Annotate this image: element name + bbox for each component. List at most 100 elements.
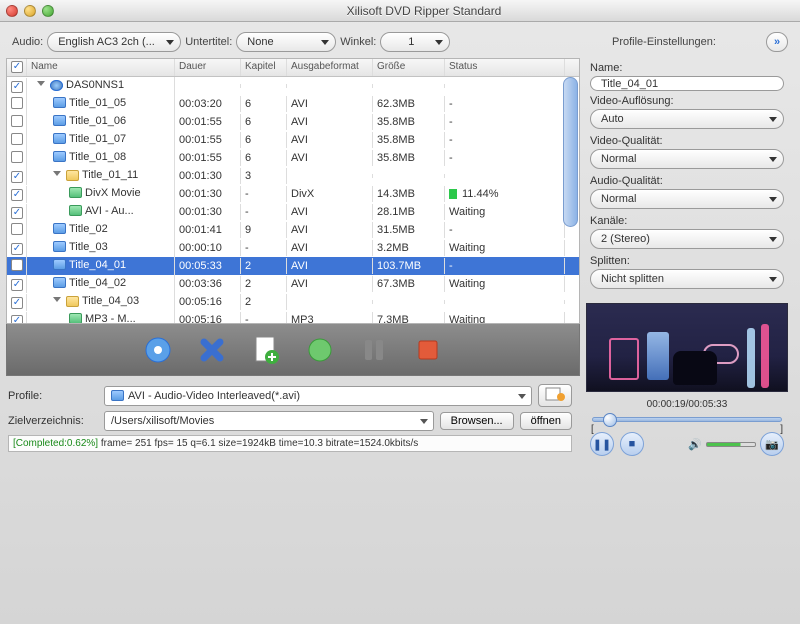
subtitle-select[interactable]: None xyxy=(236,32,336,52)
start-button[interactable] xyxy=(303,333,337,367)
header-duration[interactable]: Dauer xyxy=(175,59,241,76)
rip-button[interactable] xyxy=(141,333,175,367)
header-chapter[interactable]: Kapitel xyxy=(241,59,287,76)
delete-button[interactable] xyxy=(195,333,229,367)
row-chapter: - xyxy=(241,312,287,324)
header-status[interactable]: Status xyxy=(445,59,565,76)
setting-videoq-select[interactable]: Normal xyxy=(590,149,784,169)
minimize-window-button[interactable] xyxy=(24,5,36,17)
table-row[interactable]: DAS0NNS1 xyxy=(7,77,579,95)
table-row[interactable]: Title_01_0700:01:556AVI35.8MB- xyxy=(7,131,579,149)
row-status: - xyxy=(445,150,565,166)
header-size[interactable]: Größe xyxy=(373,59,445,76)
table-row[interactable]: AVI - Au...00:01:30-AVI28.1MBWaiting xyxy=(7,203,579,221)
table-row[interactable]: Title_01_1100:01:303 xyxy=(7,167,579,185)
table-row[interactable]: DivX Movie00:01:30-DivX14.3MB11.44% xyxy=(7,185,579,203)
row-format: AVI xyxy=(287,114,373,130)
row-format: AVI xyxy=(287,276,373,292)
row-chapter: - xyxy=(241,186,287,202)
table-row[interactable]: Title_0200:01:419AVI31.5MB- xyxy=(7,221,579,239)
row-checkbox[interactable] xyxy=(11,279,23,291)
row-size: 35.8MB xyxy=(373,132,445,148)
profile-advanced-button[interactable] xyxy=(538,384,572,407)
table-row[interactable]: MP3 - M...00:05:16-MP37.3MBWaiting xyxy=(7,311,579,324)
stop-button[interactable] xyxy=(411,333,445,367)
row-checkbox[interactable] xyxy=(11,243,23,255)
row-format: AVI xyxy=(287,222,373,238)
title-table: Name Dauer Kapitel Ausgabeformat Größe S… xyxy=(6,58,580,324)
row-checkbox[interactable] xyxy=(11,315,23,325)
table-row[interactable]: Title_04_0100:05:332AVI103.7MB- xyxy=(7,257,579,275)
header-check[interactable] xyxy=(7,59,27,76)
profile-value: AVI - Audio-Video Interleaved(*.avi) xyxy=(128,390,300,402)
chevron-down-icon xyxy=(769,117,777,122)
angle-select-value: 1 xyxy=(408,36,414,48)
setting-split-select[interactable]: Nicht splitten xyxy=(590,269,784,289)
row-status xyxy=(445,300,565,304)
row-status xyxy=(445,174,565,178)
row-chapter: 9 xyxy=(241,222,287,238)
setting-videores-select[interactable]: Auto xyxy=(590,109,784,129)
row-checkbox[interactable] xyxy=(11,259,23,271)
setting-audioq-select[interactable]: Normal xyxy=(590,189,784,209)
preview-seek-slider[interactable]: [ ] xyxy=(592,417,782,422)
header-name[interactable]: Name xyxy=(27,59,175,76)
chevron-down-icon xyxy=(769,277,777,282)
row-status: - xyxy=(445,222,565,238)
row-checkbox[interactable] xyxy=(11,297,23,309)
pause-button[interactable] xyxy=(357,333,391,367)
setting-channels-select[interactable]: 2 (Stereo) xyxy=(590,229,784,249)
table-row[interactable]: Title_04_0200:03:362AVI67.3MBWaiting xyxy=(7,275,579,293)
setting-videores-label: Video-Auflösung: xyxy=(590,95,788,107)
row-duration: 00:05:16 xyxy=(175,294,241,310)
zoom-window-button[interactable] xyxy=(42,5,54,17)
destination-label: Zielverzeichnis: xyxy=(8,415,98,427)
setting-name-input[interactable]: Title_04_01 xyxy=(590,76,784,91)
volume-slider[interactable] xyxy=(706,442,756,447)
preview-play-button[interactable]: ❚❚ xyxy=(590,432,614,456)
seek-knob[interactable] xyxy=(603,413,617,427)
row-checkbox[interactable] xyxy=(11,97,23,109)
row-checkbox[interactable] xyxy=(11,207,23,219)
table-body[interactable]: DAS0NNS1Title_01_0500:03:206AVI62.3MB-Ti… xyxy=(7,77,579,324)
clip-icon xyxy=(53,277,66,288)
chevron-down-icon xyxy=(769,157,777,162)
expand-settings-button[interactable]: » xyxy=(766,32,788,52)
row-status: Waiting xyxy=(445,276,565,292)
preview-stop-button[interactable]: ■ xyxy=(620,432,644,456)
snapshot-button[interactable]: 📷 xyxy=(760,432,784,456)
window-title: Xilisoft DVD Ripper Standard xyxy=(54,4,794,18)
clip-icon xyxy=(53,151,66,162)
scrollbar-thumb[interactable] xyxy=(563,77,578,227)
open-folder-button[interactable]: öffnen xyxy=(520,412,572,430)
header-format[interactable]: Ausgabeformat xyxy=(287,59,373,76)
row-duration: 00:01:55 xyxy=(175,132,241,148)
chevron-down-icon xyxy=(420,419,428,424)
profile-select[interactable]: AVI - Audio-Video Interleaved(*.avi) xyxy=(104,386,532,406)
add-file-button[interactable] xyxy=(249,333,283,367)
row-checkbox[interactable] xyxy=(11,189,23,201)
row-checkbox[interactable] xyxy=(11,81,23,93)
table-row[interactable]: Title_01_0500:03:206AVI62.3MB- xyxy=(7,95,579,113)
row-checkbox[interactable] xyxy=(11,151,23,163)
row-format xyxy=(287,84,373,88)
row-duration: 00:00:10 xyxy=(175,240,241,256)
row-checkbox[interactable] xyxy=(11,223,23,235)
table-row[interactable]: Title_01_0800:01:556AVI35.8MB- xyxy=(7,149,579,167)
browse-button[interactable]: Browsen... xyxy=(440,412,514,430)
close-window-button[interactable] xyxy=(6,5,18,17)
action-toolbar xyxy=(6,324,580,376)
table-row[interactable]: Title_04_0300:05:162 xyxy=(7,293,579,311)
destination-input[interactable]: /Users/xilisoft/Movies xyxy=(104,411,434,431)
clip-icon xyxy=(53,241,66,252)
row-checkbox[interactable] xyxy=(11,133,23,145)
angle-select[interactable]: 1 xyxy=(380,32,450,52)
row-checkbox[interactable] xyxy=(11,115,23,127)
row-checkbox[interactable] xyxy=(11,171,23,183)
audio-select[interactable]: English AC3 2ch (... xyxy=(47,32,181,52)
table-row[interactable]: Title_0300:00:10-AVI3.2MBWaiting xyxy=(7,239,579,257)
setting-split-label: Splitten: xyxy=(590,255,788,267)
row-name: Title_03 xyxy=(69,241,108,253)
table-row[interactable]: Title_01_0600:01:556AVI35.8MB- xyxy=(7,113,579,131)
status-completed: [Completed:0.62%] xyxy=(13,438,98,449)
